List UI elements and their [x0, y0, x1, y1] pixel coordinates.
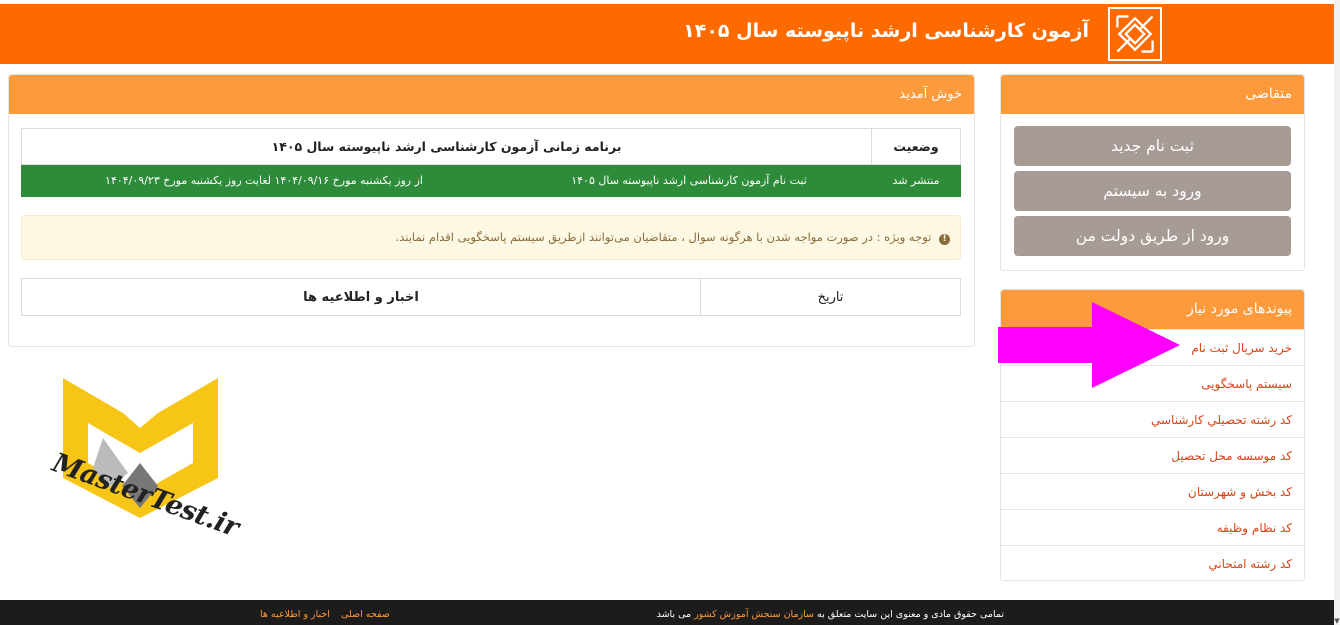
row-title[interactable]: ثبت نام آزمون کارشناسی ارشد ناپیوسته سال… [506, 164, 872, 197]
date-column-header: تاریخ [700, 278, 961, 316]
info-circle-icon: ! [939, 234, 950, 245]
news-table-header: تاریخ اخبار و اطلاعیه ها [21, 278, 961, 316]
magenta-arrow-icon [998, 302, 1180, 388]
notice-alert: ! توجه ویژه : در صورت مواجه شدن با هرگون… [21, 215, 961, 260]
sanjesh-org-link[interactable]: سازمان سنجش آموزش کشور [694, 609, 814, 620]
footer-link-news[interactable]: اخبار و اطلاعیه ها [260, 609, 330, 620]
row-dates: از روز یکشنبه مورخ ۱۴۰۴/۰۹/۱۶ لغایت روز … [21, 164, 507, 197]
notice-text: توجه ویژه : در صورت مواجه شدن با هرگونه … [395, 230, 932, 244]
news-column-header: اخبار و اطلاعیه ها [21, 278, 701, 316]
sanjesh-logo-icon[interactable] [1108, 7, 1162, 61]
applicant-heading: متقاضی [1001, 75, 1304, 114]
status-badge: منتشر شد [871, 164, 961, 197]
link-institution-code[interactable]: کد موسسه محل تحصیل [1001, 437, 1304, 473]
copyright-text: تمامی حقوق مادی و معنوی این سایت متعلق ب… [657, 609, 1004, 620]
program-column-header: برنامه زمانی آزمون کارشناسی ارشد ناپیوست… [21, 128, 872, 165]
link-exam-field-code[interactable]: کد رشته امتحاني [1001, 545, 1304, 581]
link-bachelor-field-code[interactable]: کد رشته تحصيلي کارشناسي [1001, 401, 1304, 437]
login-button[interactable]: ورود به سیستم [1014, 171, 1291, 211]
scroll-down-icon[interactable]: ▼ [1334, 617, 1340, 625]
mastertest-logo: MasterTest.ir [48, 368, 243, 548]
news-table: تاریخ اخبار و اطلاعیه ها [21, 278, 961, 316]
sanjesh-logo-svg [1116, 15, 1154, 53]
status-table: وضعیت برنامه زمانی آزمون کارشناسی ارشد ن… [21, 128, 961, 197]
page-scrollbar[interactable]: ▼ [1334, 0, 1340, 625]
applicant-panel: متقاضی ثبت نام جدید ورود به سیستم ورود ا… [1000, 74, 1305, 271]
footer-link-home[interactable]: صفحه اصلی [341, 609, 390, 620]
dolat-man-login-button[interactable]: ورود از طریق دولت من [1014, 216, 1291, 256]
new-registration-button[interactable]: ثبت نام جدید [1014, 126, 1291, 166]
link-district-code[interactable]: کد بخش و شهرستان [1001, 473, 1304, 509]
welcome-panel: خوش آمدید وضعیت برنامه زمانی آزمون کارشن… [8, 74, 975, 347]
site-footer: تمامی حقوق مادی و معنوی این سایت متعلق ب… [0, 600, 1334, 625]
table-row[interactable]: منتشر شد ثبت نام آزمون کارشناسی ارشد ناپ… [21, 164, 961, 197]
site-title: آزمون کارشناسی ارشد ناپیوسته سال ۱۴۰۵ [683, 20, 1089, 42]
copyright-suffix: می باشد [656, 609, 692, 620]
copyright-prefix: تمامی حقوق مادی و معنوی این سایت متعلق ب… [817, 609, 1004, 620]
site-header: آزمون کارشناسی ارشد ناپیوسته سال ۱۴۰۵ [0, 4, 1334, 64]
status-table-header: وضعیت برنامه زمانی آزمون کارشناسی ارشد ن… [21, 128, 961, 165]
arrow-svg [998, 302, 1180, 388]
welcome-heading: خوش آمدید [9, 75, 974, 114]
status-column-header: وضعیت [871, 128, 961, 165]
link-military-code[interactable]: کد نظام وظیفه [1001, 509, 1304, 545]
footer-links: صفحه اصلی اخبار و اطلاعیه ها [252, 609, 390, 620]
